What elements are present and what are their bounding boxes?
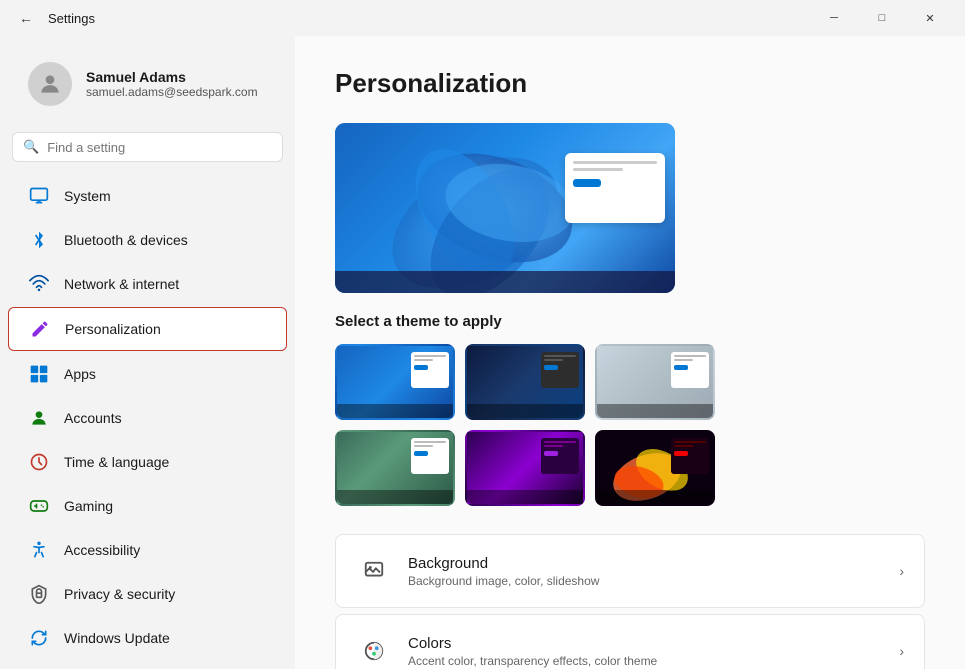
theme-swatch-6[interactable] xyxy=(595,430,715,506)
avatar xyxy=(28,62,72,106)
system-icon xyxy=(28,185,50,207)
user-email: samuel.adams@seedspark.com xyxy=(86,85,258,99)
gaming-icon xyxy=(28,495,50,517)
colors-setting[interactable]: Colors Accent color, transparency effect… xyxy=(335,614,925,669)
background-title: Background xyxy=(408,555,899,572)
time-label: Time & language xyxy=(64,454,169,470)
colors-chevron: › xyxy=(899,643,904,659)
preview-line-1 xyxy=(573,161,657,164)
bluetooth-label: Bluetooth & devices xyxy=(64,232,188,248)
search-box[interactable]: 🔍 xyxy=(12,132,283,162)
swatch-card-2 xyxy=(541,352,579,388)
swatch-card-5 xyxy=(541,438,579,474)
swatch-card-3 xyxy=(671,352,709,388)
theme-swatch-3[interactable] xyxy=(595,344,715,420)
preview-card xyxy=(565,153,665,223)
accounts-icon xyxy=(28,407,50,429)
nav-gaming[interactable]: Gaming xyxy=(8,485,287,527)
theme-swatch-5[interactable] xyxy=(465,430,585,506)
theme-swatch-2[interactable] xyxy=(465,344,585,420)
nav-apps[interactable]: Apps xyxy=(8,353,287,395)
nav-network[interactable]: Network & internet xyxy=(8,263,287,305)
minimize-button[interactable]: ─ xyxy=(811,2,857,34)
nav-system[interactable]: System xyxy=(8,175,287,217)
network-icon xyxy=(28,273,50,295)
personalization-label: Personalization xyxy=(65,321,161,337)
user-name: Samuel Adams xyxy=(86,69,258,85)
preview-taskbar xyxy=(335,271,675,293)
background-subtitle: Background image, color, slideshow xyxy=(408,574,899,588)
colors-subtitle: Accent color, transparency effects, colo… xyxy=(408,654,899,668)
sidebar: Samuel Adams samuel.adams@seedspark.com … xyxy=(0,36,295,669)
main-content: Personalization xyxy=(295,36,965,669)
nav-accessibility[interactable]: Accessibility xyxy=(8,529,287,571)
maximize-button[interactable]: □ xyxy=(859,2,905,34)
theme-preview xyxy=(335,123,675,293)
user-info: Samuel Adams samuel.adams@seedspark.com xyxy=(86,69,258,99)
back-button[interactable]: ← xyxy=(12,4,40,32)
preview-btn xyxy=(573,179,601,187)
colors-icon xyxy=(356,633,392,669)
page-title: Personalization xyxy=(335,68,925,99)
background-icon xyxy=(356,553,392,589)
title-bar: ← Settings ─ □ ✕ xyxy=(0,0,965,36)
nav-accounts[interactable]: Accounts xyxy=(8,397,287,439)
title-bar-left: ← Settings xyxy=(12,4,811,32)
theme-section-label: Select a theme to apply xyxy=(335,313,925,330)
system-label: System xyxy=(64,188,111,204)
theme-swatch-4[interactable] xyxy=(335,430,455,506)
theme-grid xyxy=(335,344,925,506)
time-icon xyxy=(28,451,50,473)
accessibility-label: Accessibility xyxy=(64,542,140,558)
search-icon: 🔍 xyxy=(23,139,39,155)
window-controls: ─ □ ✕ xyxy=(811,2,953,34)
nav-bluetooth[interactable]: Bluetooth & devices xyxy=(8,219,287,261)
background-chevron: › xyxy=(899,563,904,579)
personalization-icon xyxy=(29,318,51,340)
user-card[interactable]: Samuel Adams samuel.adams@seedspark.com xyxy=(8,48,287,120)
close-button[interactable]: ✕ xyxy=(907,2,953,34)
gaming-label: Gaming xyxy=(64,498,113,514)
swatch-card-1 xyxy=(411,352,449,388)
nav-personalization[interactable]: Personalization xyxy=(8,307,287,351)
nav-update[interactable]: Windows Update xyxy=(8,617,287,659)
privacy-label: Privacy & security xyxy=(64,586,175,602)
theme-swatch-1[interactable] xyxy=(335,344,455,420)
background-text: Background Background image, color, slid… xyxy=(408,555,899,588)
bluetooth-icon xyxy=(28,229,50,251)
app-body: Samuel Adams samuel.adams@seedspark.com … xyxy=(0,36,965,669)
accessibility-icon xyxy=(28,539,50,561)
swatch-card-6 xyxy=(671,438,709,474)
nav-privacy[interactable]: Privacy & security xyxy=(8,573,287,615)
network-label: Network & internet xyxy=(64,276,179,292)
background-setting[interactable]: Background Background image, color, slid… xyxy=(335,534,925,608)
privacy-icon xyxy=(28,583,50,605)
apps-icon xyxy=(28,363,50,385)
colors-title: Colors xyxy=(408,635,899,652)
colors-text: Colors Accent color, transparency effect… xyxy=(408,635,899,668)
window-title: Settings xyxy=(48,11,95,26)
update-label: Windows Update xyxy=(64,630,170,646)
preview-line-2 xyxy=(573,168,623,171)
update-icon xyxy=(28,627,50,649)
apps-label: Apps xyxy=(64,366,96,382)
nav-time[interactable]: Time & language xyxy=(8,441,287,483)
accounts-label: Accounts xyxy=(64,410,122,426)
search-input[interactable] xyxy=(47,140,272,155)
swatch-card-4 xyxy=(411,438,449,474)
